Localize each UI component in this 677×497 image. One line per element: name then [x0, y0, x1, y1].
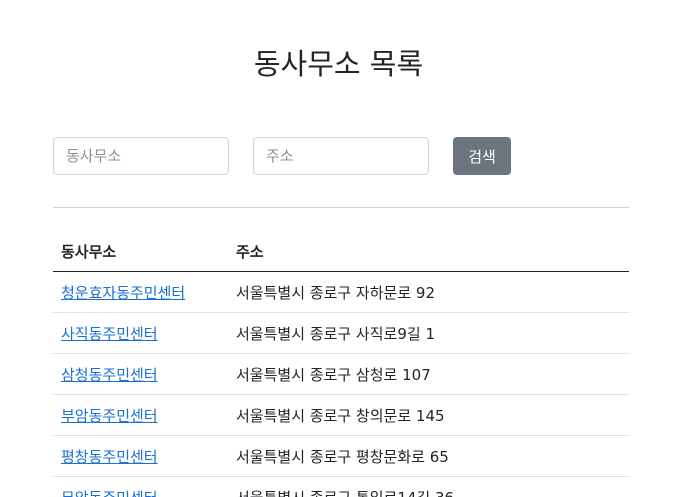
address-cell: 서울특별시 종로구 삼청로 107 [228, 353, 629, 395]
office-link[interactable]: 평창동주민센터 [61, 448, 158, 466]
office-name-cell: 무악동주민센터 [53, 476, 228, 497]
office-link[interactable]: 청운효자동주민센터 [61, 284, 185, 302]
table-row: 평창동주민센터 서울특별시 종로구 평창문화로 65 [53, 435, 629, 477]
office-link[interactable]: 부암동주민센터 [61, 407, 158, 425]
table-row: 부암동주민센터 서울특별시 종로구 창의문로 145 [53, 394, 629, 436]
search-bar: 검색 [53, 137, 633, 175]
office-name-search-input[interactable] [53, 137, 229, 175]
office-name-cell: 사직동주민센터 [53, 312, 228, 354]
office-name-cell: 삼청동주민센터 [53, 353, 228, 395]
office-name-cell: 평창동주민센터 [53, 435, 228, 477]
office-table: 동사무소 주소 청운효자동주민센터 서울특별시 종로구 자하문로 92 사직동주… [53, 231, 629, 497]
office-link[interactable]: 무악동주민센터 [61, 489, 158, 497]
search-button[interactable]: 검색 [453, 137, 511, 175]
office-name-cell: 부암동주민센터 [53, 394, 228, 436]
table-row: 사직동주민센터 서울특별시 종로구 사직로9길 1 [53, 312, 629, 354]
office-name-cell: 청운효자동주민센터 [53, 271, 228, 313]
divider [53, 207, 629, 208]
address-cell: 서울특별시 종로구 통일로14길 36 [228, 476, 629, 497]
address-cell: 서울특별시 종로구 평창문화로 65 [228, 435, 629, 477]
address-cell: 서울특별시 종로구 창의문로 145 [228, 394, 629, 436]
office-link[interactable]: 사직동주민센터 [61, 325, 158, 343]
address-search-input[interactable] [253, 137, 429, 175]
page: 동사무소 목록 검색 동사무소 주소 청운효자동주민센터 서울특별시 종로구 자… [0, 0, 677, 497]
office-link[interactable]: 삼청동주민센터 [61, 366, 158, 384]
table-row: 무악동주민센터 서울특별시 종로구 통일로14길 36 [53, 476, 629, 497]
page-title: 동사무소 목록 [253, 47, 424, 81]
table-row: 삼청동주민센터 서울특별시 종로구 삼청로 107 [53, 353, 629, 395]
column-header-office: 동사무소 [53, 231, 228, 272]
column-header-address: 주소 [228, 231, 629, 272]
table-row: 청운효자동주민센터 서울특별시 종로구 자하문로 92 [53, 271, 629, 313]
table-header-row: 동사무소 주소 [53, 231, 629, 272]
address-cell: 서울특별시 종로구 자하문로 92 [228, 271, 629, 313]
address-cell: 서울특별시 종로구 사직로9길 1 [228, 312, 629, 354]
